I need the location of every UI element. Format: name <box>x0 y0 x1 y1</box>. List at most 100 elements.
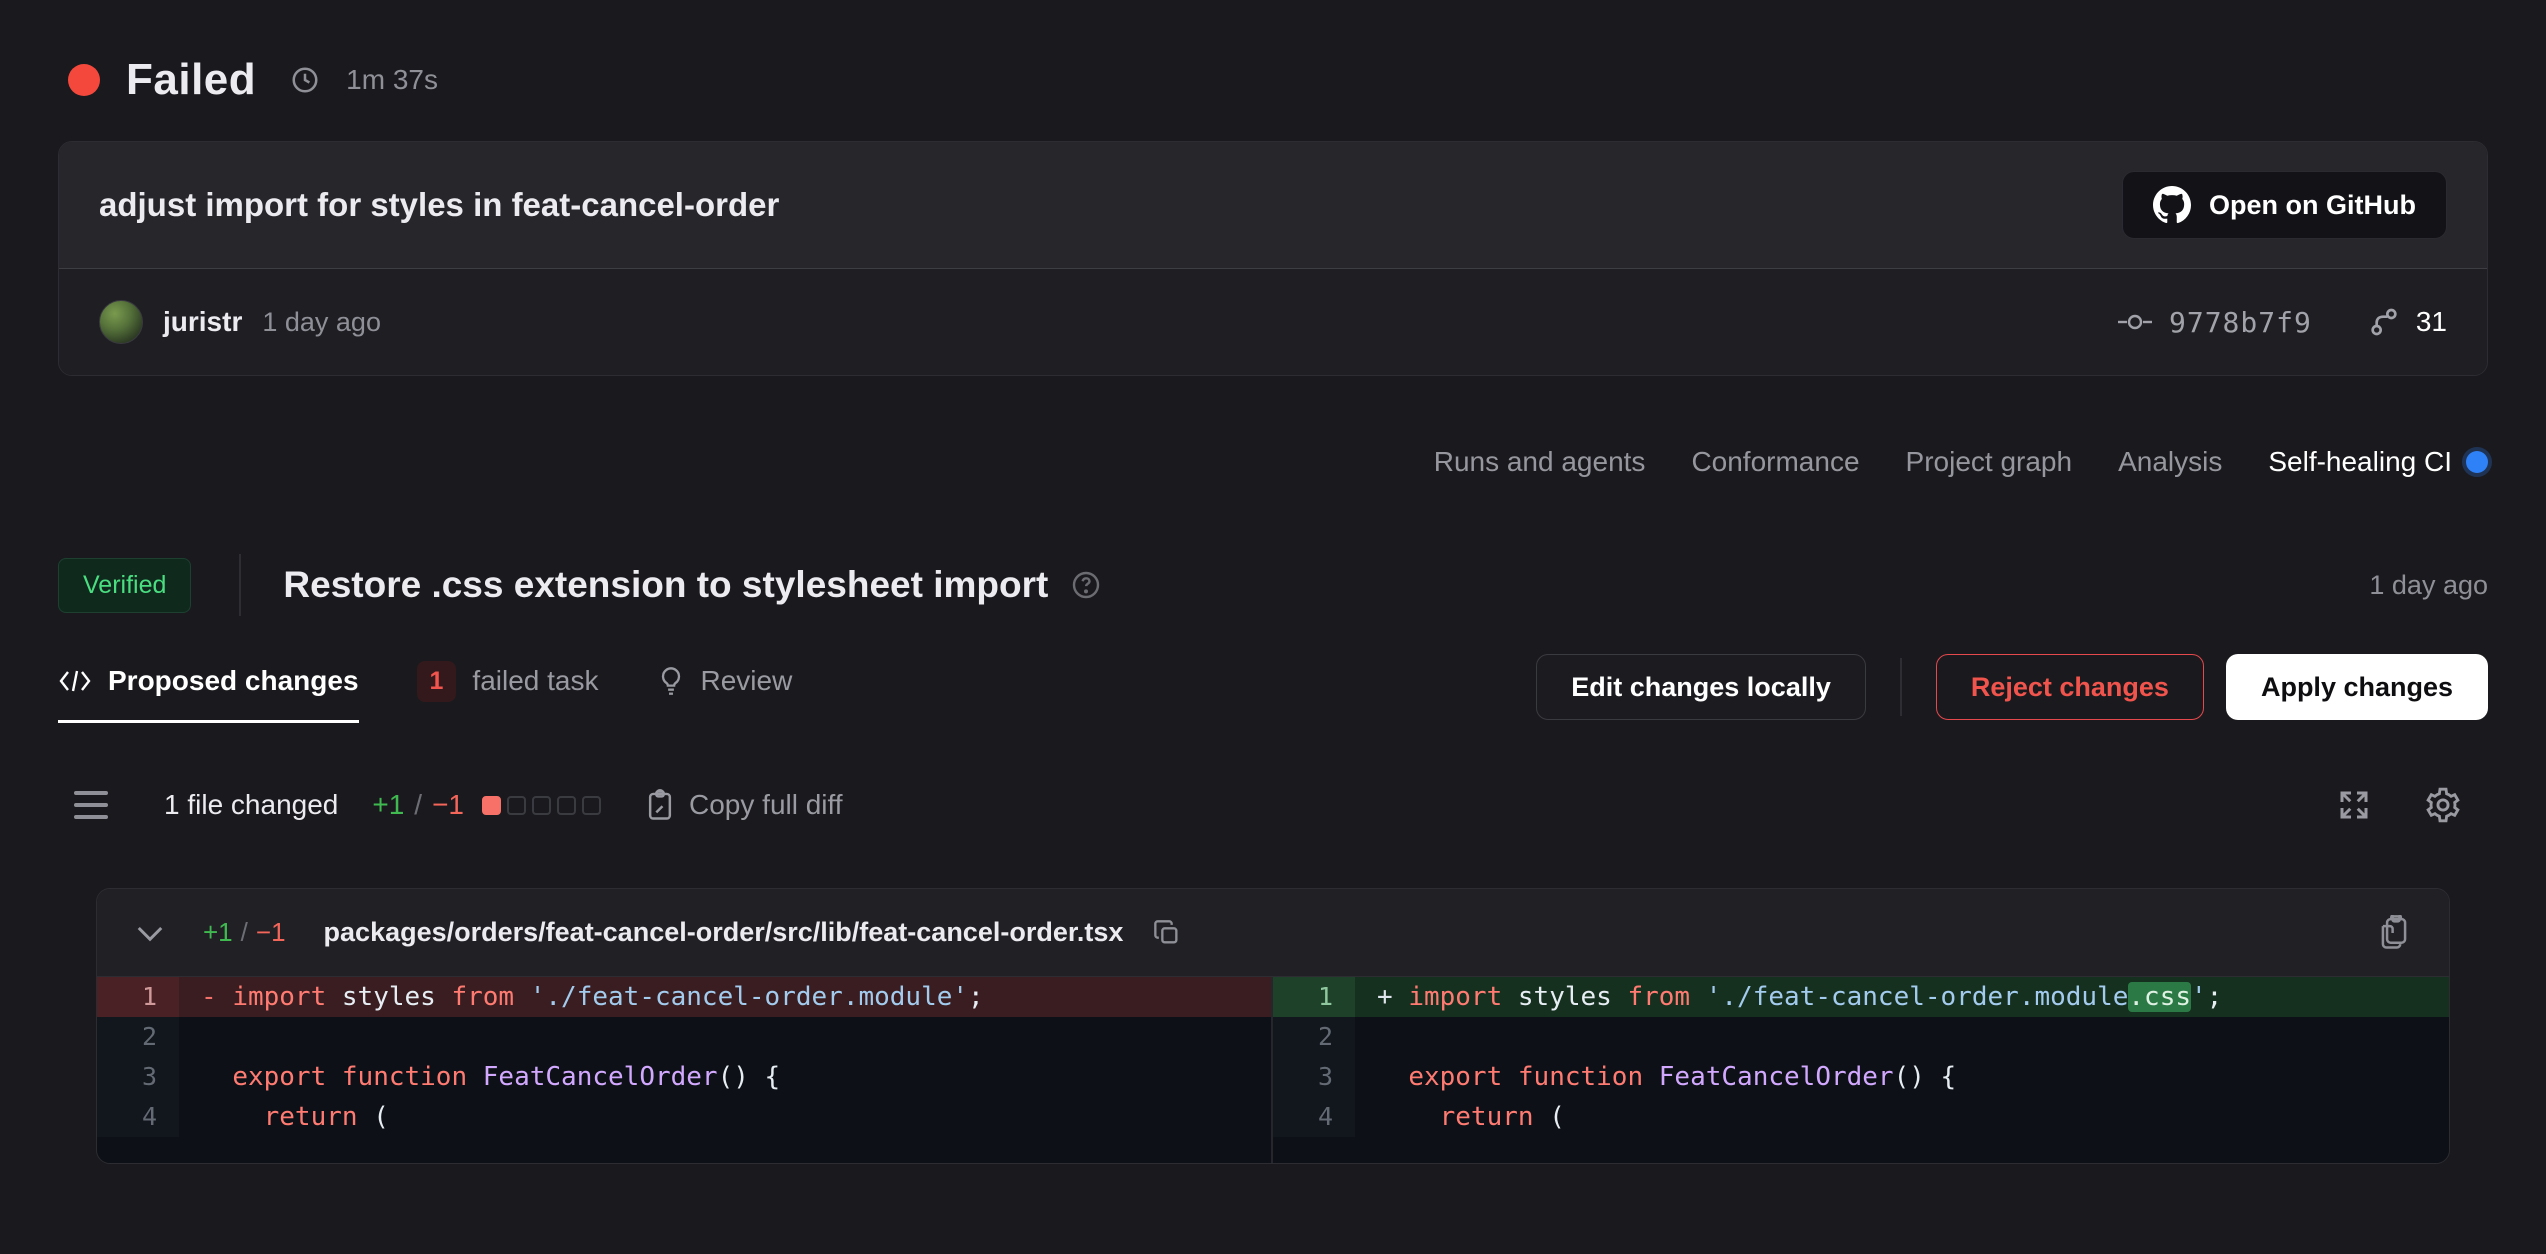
diff-line: 4 return ( <box>1273 1097 2449 1137</box>
branch-count: 31 <box>2416 306 2447 338</box>
git-branch-icon <box>2368 306 2400 338</box>
diff-ratio-squares <box>482 796 601 815</box>
fix-time: 1 day ago <box>2369 570 2488 601</box>
copy-full-diff-label: Copy full diff <box>689 789 843 821</box>
help-icon[interactable] <box>1070 569 1102 601</box>
tabs-row: Proposed changes 1 failed task Review Ed… <box>58 654 2488 734</box>
reject-changes-button[interactable]: Reject changes <box>1936 654 2204 720</box>
lightbulb-icon <box>657 666 685 696</box>
file-path: packages/orders/feat-cancel-order/src/li… <box>324 917 1124 948</box>
line-number: 3 <box>97 1057 179 1097</box>
diff-stats: +1 / −1 <box>372 789 464 821</box>
diff-line: 1+ import styles from './feat-cancel-ord… <box>1273 977 2449 1017</box>
apply-changes-button[interactable]: Apply changes <box>2226 654 2488 720</box>
line-content: - import styles from './feat-cancel-orde… <box>179 977 1271 1017</box>
expand-fullscreen-icon[interactable] <box>2336 787 2372 823</box>
nav-self-healing-ci[interactable]: Self-healing CI <box>2268 446 2488 478</box>
github-icon <box>2153 186 2191 224</box>
commit-title: adjust import for styles in feat-cancel-… <box>99 186 779 224</box>
diff-file-header: +1 / −1 packages/orders/feat-cancel-orde… <box>97 889 2449 977</box>
line-number: 1 <box>97 977 179 1017</box>
file-diff-stats: +1 / −1 <box>203 917 286 948</box>
tab-proposed-changes[interactable]: Proposed changes <box>58 665 359 723</box>
active-nav-dot-icon <box>2466 451 2488 473</box>
fix-title: Restore .css extension to stylesheet imp… <box>283 564 1048 606</box>
open-on-github-label: Open on GitHub <box>2209 190 2416 221</box>
deletions-count: −1 <box>432 789 464 821</box>
commit-card-header: adjust import for styles in feat-cancel-… <box>59 142 2487 268</box>
top-nav: Runs and agents Conformance Project grap… <box>58 446 2488 478</box>
code-icon <box>58 668 92 694</box>
line-number: 2 <box>1273 1017 1355 1057</box>
chevron-down-icon[interactable] <box>135 924 165 942</box>
line-content: return ( <box>1355 1097 2449 1137</box>
diff-pane-after[interactable]: 1+ import styles from './feat-cancel-ord… <box>1273 977 2449 1163</box>
additions-count: +1 <box>372 789 404 821</box>
status-label: Failed <box>126 55 256 105</box>
avatar[interactable] <box>99 300 143 344</box>
diff-line: 4 return ( <box>97 1097 1271 1137</box>
commit-card: adjust import for styles in feat-cancel-… <box>58 141 2488 376</box>
nav-runs-and-agents[interactable]: Runs and agents <box>1434 446 1646 478</box>
line-number: 3 <box>1273 1057 1355 1097</box>
diff-pane-before[interactable]: 1- import styles from './feat-cancel-ord… <box>97 977 1273 1163</box>
line-number: 2 <box>97 1017 179 1057</box>
diff-line: 1- import styles from './feat-cancel-ord… <box>97 977 1271 1017</box>
file-list-menu-icon[interactable] <box>74 791 108 819</box>
tab-proposed-changes-label: Proposed changes <box>108 665 359 697</box>
commit-icon <box>2117 311 2153 333</box>
file-additions: +1 <box>203 917 233 948</box>
line-content <box>179 1017 1271 1057</box>
tab-failed-task-label: failed task <box>472 665 598 697</box>
fix-heading-row: Verified Restore .css extension to style… <box>58 554 2488 616</box>
slash-separator: / <box>241 917 248 948</box>
nav-conformance[interactable]: Conformance <box>1691 446 1859 478</box>
slash-separator: / <box>414 789 422 821</box>
commit-sha-group[interactable]: 9778b7f9 <box>2117 306 2312 339</box>
tab-failed-task[interactable]: 1 failed task <box>417 661 599 728</box>
verified-badge: Verified <box>58 558 191 613</box>
line-number: 1 <box>1273 977 1355 1017</box>
clock-icon <box>290 65 320 95</box>
vertical-divider <box>1900 658 1902 716</box>
commit-time: 1 day ago <box>262 307 381 338</box>
copy-file-diff-icon[interactable] <box>2377 915 2411 951</box>
tab-review-label: Review <box>701 665 793 697</box>
files-changed-label: 1 file changed <box>164 789 338 821</box>
settings-gear-icon[interactable] <box>2424 786 2462 824</box>
line-content: export function FeatCancelOrder() { <box>1355 1057 2449 1097</box>
author-name: juristr <box>163 306 242 338</box>
edit-changes-locally-button[interactable]: Edit changes locally <box>1536 654 1866 720</box>
branch-count-group[interactable]: 31 <box>2368 306 2447 338</box>
commit-card-meta: juristr 1 day ago 9778b7f9 <box>59 269 2487 375</box>
line-content: + import styles from './feat-cancel-orde… <box>1355 977 2449 1017</box>
diff-line: 2 <box>97 1017 1271 1057</box>
status-duration: 1m 37s <box>346 64 438 96</box>
diff-panel: +1 / −1 packages/orders/feat-cancel-orde… <box>96 888 2450 1164</box>
clipboard-icon <box>645 789 675 821</box>
nav-project-graph[interactable]: Project graph <box>1906 446 2073 478</box>
tab-review[interactable]: Review <box>657 665 793 723</box>
line-content: return ( <box>179 1097 1271 1137</box>
diff-toolbar: 1 file changed +1 / −1 Copy full diff <box>58 786 2488 824</box>
diff-line: 3 export function FeatCancelOrder() { <box>97 1057 1271 1097</box>
diff-line: 3 export function FeatCancelOrder() { <box>1273 1057 2449 1097</box>
nav-analysis[interactable]: Analysis <box>2118 446 2222 478</box>
open-on-github-button[interactable]: Open on GitHub <box>2122 171 2447 239</box>
line-content <box>1355 1017 2449 1057</box>
failed-status-icon <box>68 64 100 96</box>
line-number: 4 <box>97 1097 179 1137</box>
commit-sha: 9778b7f9 <box>2169 306 2312 339</box>
diff-code-area: 1- import styles from './feat-cancel-ord… <box>97 977 2449 1163</box>
copy-full-diff-button[interactable]: Copy full diff <box>645 789 843 821</box>
copy-path-icon[interactable] <box>1153 919 1181 947</box>
failed-count-badge: 1 <box>417 661 457 702</box>
line-content: export function FeatCancelOrder() { <box>179 1057 1271 1097</box>
page: Failed 1m 37s adjust import for styles i… <box>0 0 2546 1254</box>
vertical-divider <box>239 554 241 616</box>
file-deletions: −1 <box>256 917 286 948</box>
status-row: Failed 1m 37s <box>58 55 2488 105</box>
diff-line: 2 <box>1273 1017 2449 1057</box>
line-number: 4 <box>1273 1097 1355 1137</box>
nav-self-healing-ci-label: Self-healing CI <box>2268 446 2452 478</box>
